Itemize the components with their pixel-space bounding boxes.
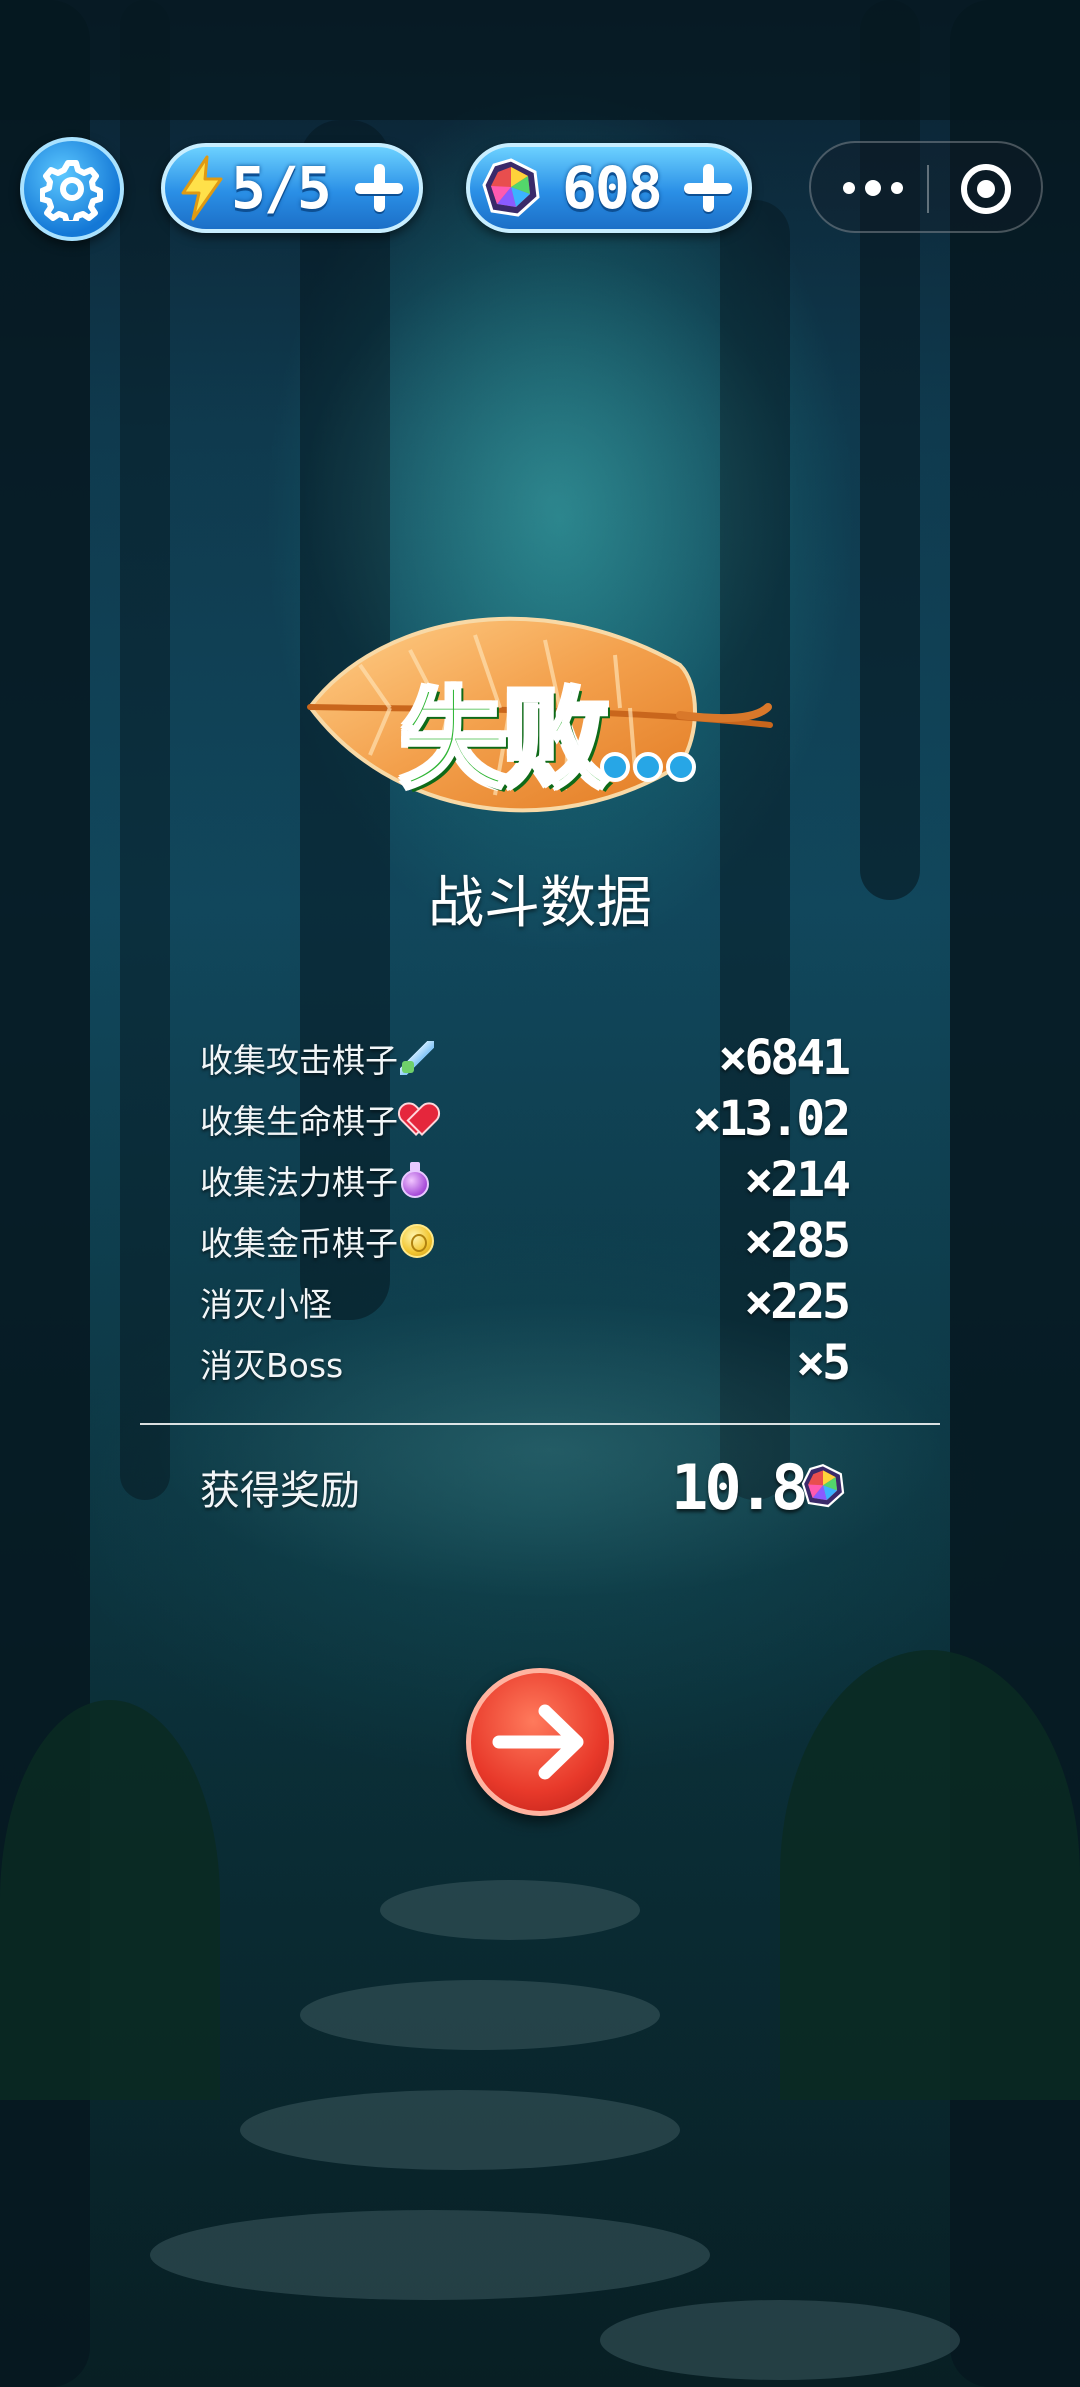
lightning-icon bbox=[181, 155, 223, 221]
next-button[interactable] bbox=[466, 1668, 614, 1816]
stat-value: ×225 bbox=[744, 1274, 851, 1330]
gem-icon bbox=[801, 1464, 845, 1508]
gem-icon bbox=[482, 158, 540, 217]
settings-button[interactable] bbox=[20, 137, 124, 241]
stat-row-gold: 收集金币棋子 ×285 bbox=[200, 1213, 851, 1274]
gem-counter[interactable]: 608 bbox=[466, 143, 752, 233]
potion-icon bbox=[400, 1162, 430, 1198]
stat-label: 收集金币棋子 bbox=[200, 1224, 398, 1263]
close-miniprogram-icon[interactable] bbox=[961, 164, 1011, 214]
energy-counter[interactable]: 5/5 bbox=[161, 143, 423, 233]
stat-label: 收集生命棋子 bbox=[200, 1102, 398, 1141]
gear-icon bbox=[40, 160, 103, 221]
stat-row-life: 收集生命棋子 ×13.02 bbox=[200, 1091, 851, 1152]
gem-value: 608 bbox=[562, 154, 663, 222]
stat-label: 消灭Boss bbox=[200, 1346, 344, 1385]
ellipsis-dots bbox=[600, 752, 696, 782]
capsule-divider bbox=[927, 165, 929, 213]
more-options-icon[interactable] bbox=[843, 173, 903, 203]
stat-row-minions: 消灭小怪 ×225 bbox=[200, 1274, 851, 1335]
coin-icon bbox=[400, 1224, 434, 1258]
divider bbox=[140, 1423, 940, 1425]
stat-row-boss: 消灭Boss ×5 bbox=[200, 1335, 851, 1396]
result-banner: 失败 bbox=[300, 595, 780, 835]
add-energy-plus-icon[interactable] bbox=[355, 164, 403, 212]
stat-value: ×285 bbox=[744, 1213, 851, 1269]
sword-icon bbox=[400, 1041, 434, 1075]
stat-value: ×214 bbox=[744, 1152, 851, 1208]
miniprogram-capsule bbox=[809, 141, 1043, 233]
result-title: 失败 bbox=[398, 676, 612, 805]
stat-label: 消灭小怪 bbox=[200, 1285, 332, 1324]
stats-list: 收集攻击棋子 ×6841 收集生命棋子 ×13.02 收集法力棋子 ×214 收… bbox=[200, 1030, 851, 1396]
stat-value: ×6841 bbox=[718, 1030, 851, 1086]
stat-row-attack: 收集攻击棋子 ×6841 bbox=[200, 1030, 851, 1091]
stat-row-mana: 收集法力棋子 ×214 bbox=[200, 1152, 851, 1213]
add-gems-plus-icon[interactable] bbox=[684, 164, 732, 212]
stat-label: 收集攻击棋子 bbox=[200, 1041, 398, 1080]
reward-label: 获得奖励 bbox=[200, 1468, 360, 1514]
stat-value: ×13.02 bbox=[692, 1091, 851, 1147]
stat-value: ×5 bbox=[796, 1335, 851, 1391]
arrow-right-icon bbox=[492, 1704, 584, 1780]
reward-value: 10.8 bbox=[671, 1451, 808, 1524]
heart-icon bbox=[400, 1104, 434, 1134]
stat-label: 收集法力棋子 bbox=[200, 1163, 398, 1202]
battle-stats-title: 战斗数据 bbox=[428, 871, 652, 936]
energy-value: 5/5 bbox=[231, 154, 332, 222]
